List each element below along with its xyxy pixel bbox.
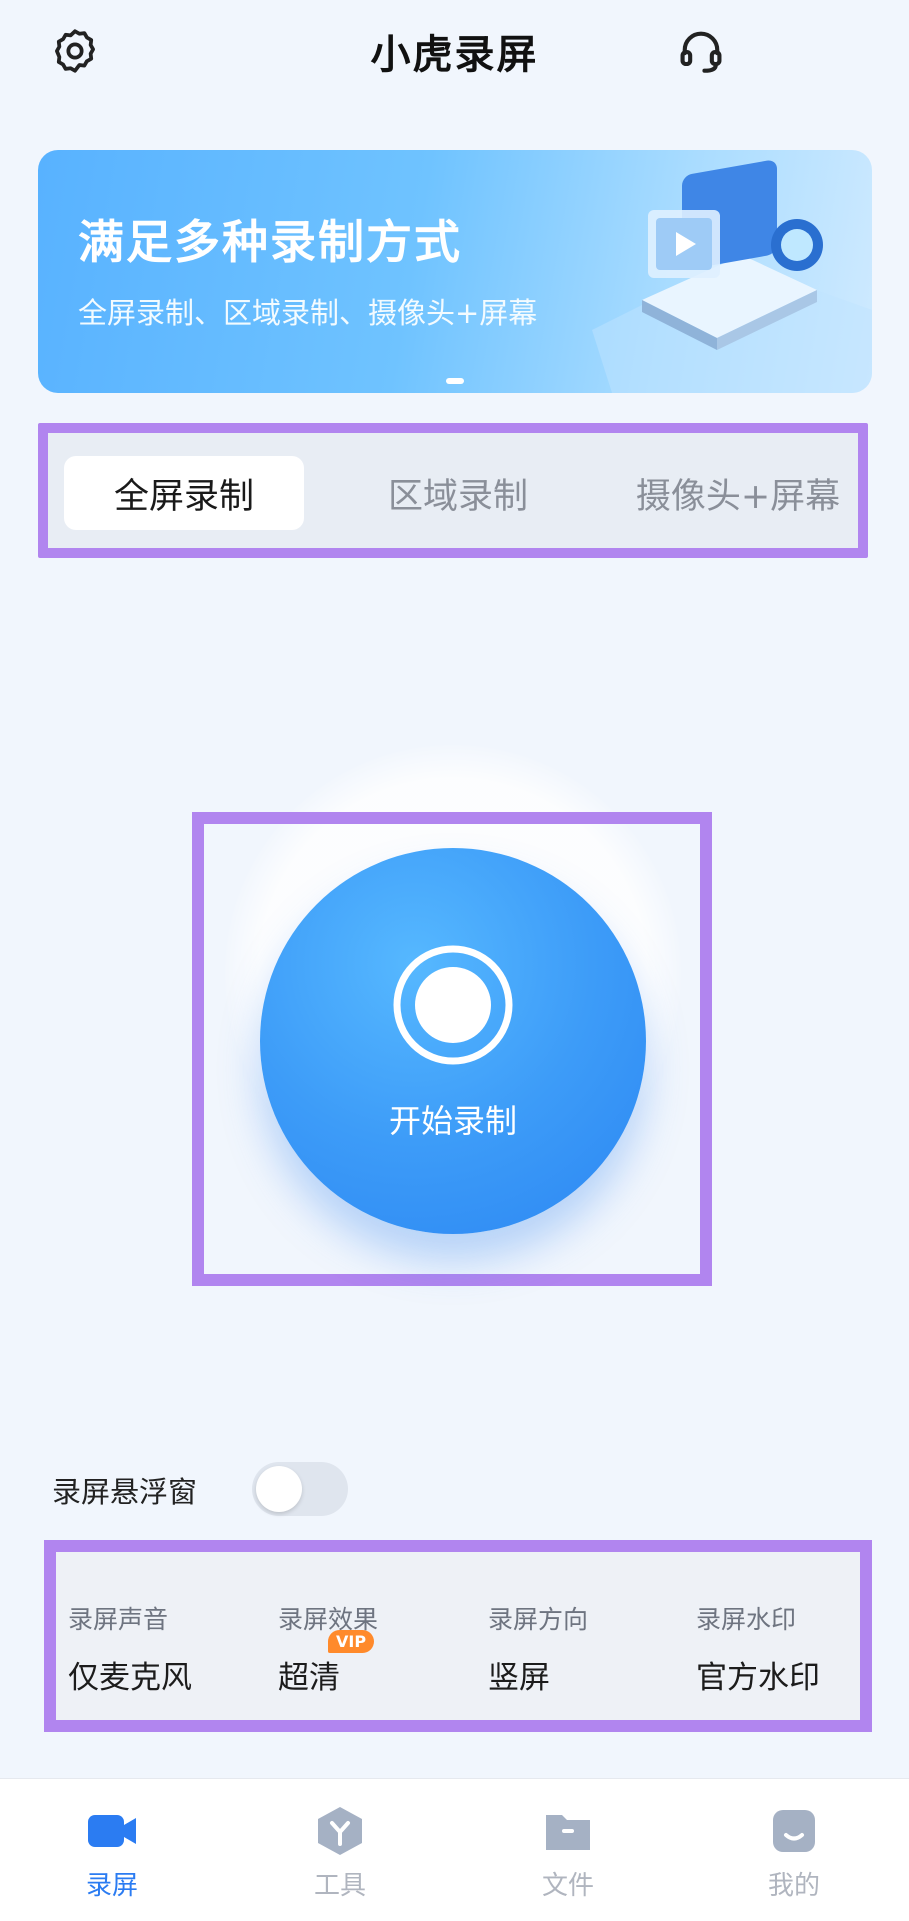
profile-icon	[773, 1810, 815, 1852]
setting-quality[interactable]: 录屏效果 超清 VIP	[278, 1600, 478, 1697]
app-header: 小虎录屏	[0, 0, 909, 110]
tools-hexagon-icon	[318, 1807, 362, 1855]
setting-value: 超清 VIP	[278, 1630, 375, 1697]
setting-orientation[interactable]: 录屏方向 竖屏	[488, 1600, 688, 1697]
bottom-nav: 录屏 工具 文件 我的	[0, 1778, 909, 1921]
tab-fullscreen[interactable]: 全屏录制	[64, 456, 304, 530]
banner-subtitle: 全屏录制、区域录制、摄像头+屏幕	[78, 296, 538, 330]
nav-item-tools[interactable]: 工具	[270, 1805, 410, 1902]
video-camera-icon	[88, 1815, 136, 1847]
promo-banner[interactable]: 满足多种录制方式 全屏录制、区域录制、摄像头+屏幕	[38, 150, 872, 393]
headset-icon[interactable]	[670, 20, 732, 82]
nav-label: 我的	[767, 1871, 820, 1901]
setting-audio[interactable]: 录屏声音 仅麦克风	[68, 1600, 268, 1697]
banner-page-indicator	[446, 378, 464, 384]
banner-title: 满足多种录制方式	[78, 215, 462, 269]
nav-item-files[interactable]: 文件	[498, 1805, 638, 1902]
camera-projector-illustration	[572, 150, 872, 393]
toggle-knob	[256, 1466, 302, 1512]
start-record-label: 开始录制	[388, 1102, 517, 1140]
vip-badge: VIP	[328, 1630, 375, 1653]
setting-value: 竖屏	[488, 1660, 550, 1696]
setting-label: 录屏效果	[278, 1605, 379, 1634]
nav-label: 录屏	[85, 1871, 138, 1901]
nav-item-record[interactable]: 录屏	[42, 1805, 182, 1902]
nav-item-profile[interactable]: 我的	[724, 1805, 864, 1902]
screen: 小虎录屏 满足多种录制方式 全屏录制、区域录制、摄像头+屏幕 全屏录制 区域录制…	[0, 0, 909, 1921]
floating-window-toggle[interactable]	[252, 1462, 348, 1516]
record-settings-panel: 录屏声音 仅麦克风 录屏效果 超清 VIP 录屏方向 竖屏 录屏水印 官方水印	[44, 1540, 872, 1732]
setting-label: 录屏方向	[488, 1605, 589, 1634]
folder-icon	[546, 1815, 590, 1850]
setting-value: 官方水印	[696, 1660, 820, 1696]
setting-label: 录屏水印	[696, 1605, 797, 1634]
floating-window-row: 录屏悬浮窗	[52, 1460, 348, 1520]
tab-camera-screen[interactable]: 摄像头+屏幕	[618, 456, 858, 530]
floating-window-label: 录屏悬浮窗	[52, 1475, 198, 1509]
tab-region[interactable]: 区域录制	[348, 456, 568, 530]
recording-mode-tabs: 全屏录制 区域录制 摄像头+屏幕	[38, 423, 868, 558]
start-record-button[interactable]: 开始录制	[260, 848, 646, 1234]
page-title: 小虎录屏	[370, 32, 539, 78]
setting-value-text: 超清	[278, 1660, 340, 1696]
setting-watermark[interactable]: 录屏水印 官方水印	[696, 1600, 896, 1697]
nav-label: 文件	[541, 1871, 594, 1901]
setting-value: 仅麦克风	[68, 1660, 192, 1696]
record-icon	[390, 942, 516, 1068]
setting-label: 录屏声音	[68, 1605, 169, 1634]
nav-label: 工具	[313, 1871, 366, 1901]
